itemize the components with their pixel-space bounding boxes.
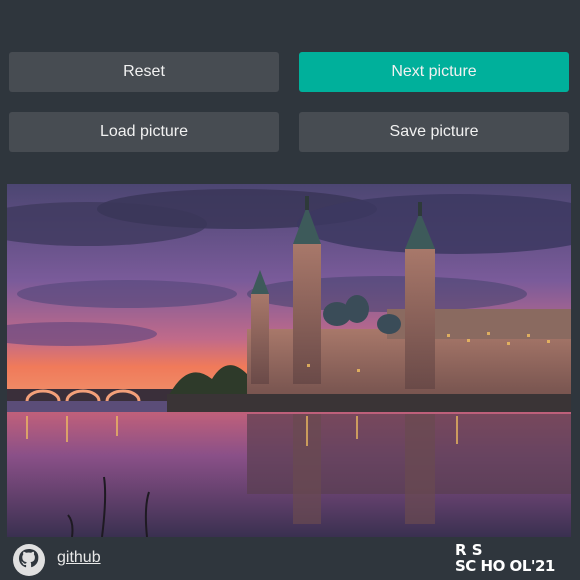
next-picture-button[interactable]: Next picture [299,52,569,92]
footer: github R S SC HO OL'21 [0,537,580,580]
load-picture-button[interactable]: Load picture [9,112,279,152]
reset-button[interactable]: Reset [9,52,279,92]
save-picture-button[interactable]: Save picture [299,112,569,152]
rs-school-logo[interactable]: R S SC HO OL'21 [455,543,570,577]
logo-line-2: SC HO OL'21 [455,557,555,575]
github-icon[interactable] [12,543,46,577]
github-link[interactable]: github [57,549,101,567]
picture-canvas [7,184,571,537]
logo-line-1: R S [455,541,483,559]
